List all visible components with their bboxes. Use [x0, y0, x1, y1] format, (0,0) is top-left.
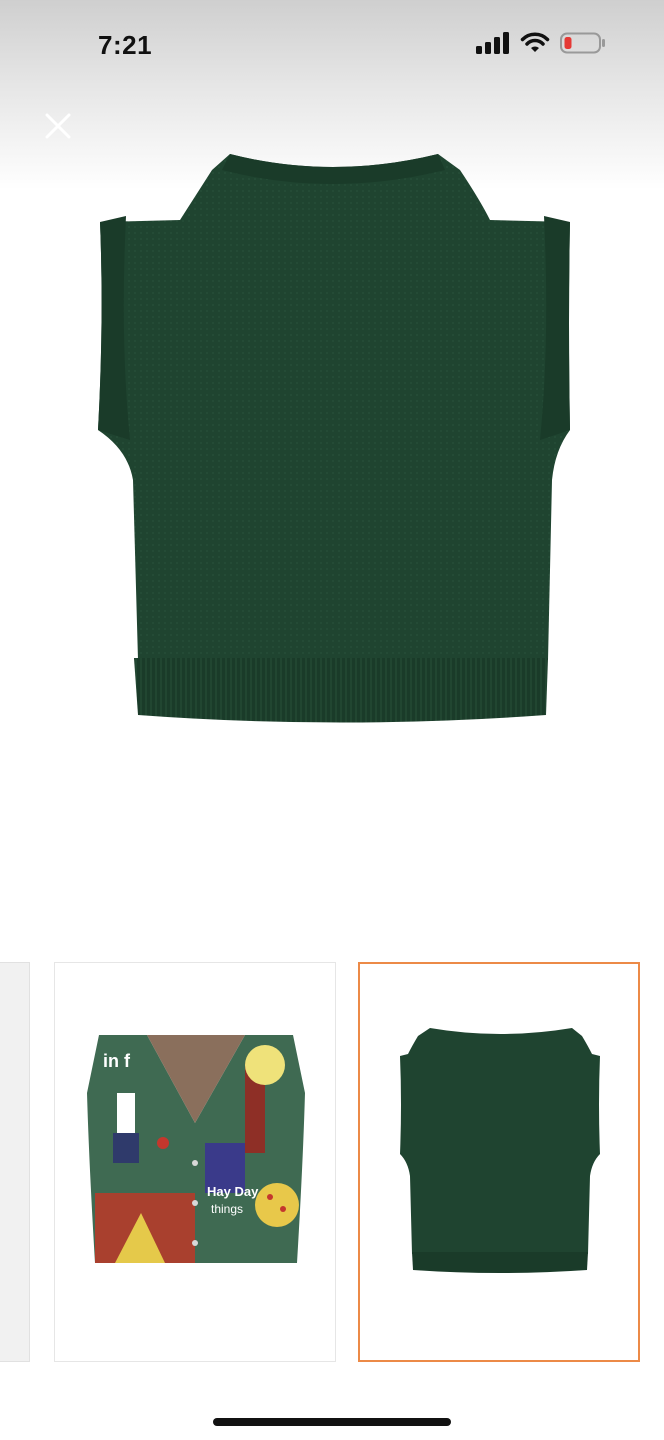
svg-text:things: things: [211, 1202, 243, 1216]
close-button[interactable]: [40, 108, 76, 144]
green-vest-thumb-image: [400, 1028, 600, 1273]
thumbnail-green-vest[interactable]: [358, 962, 640, 1362]
svg-text:Hay Day: Hay Day: [207, 1184, 259, 1199]
thumbnail-previous[interactable]: [0, 962, 30, 1362]
status-icons: [476, 32, 606, 54]
battery-icon: [560, 32, 605, 54]
patterned-vest-image: in f Hay Day things: [87, 1035, 305, 1263]
svg-text:in f: in f: [103, 1051, 131, 1071]
signal-icon: [476, 32, 509, 54]
thumbnail-patterned-vest[interactable]: in f Hay Day things: [54, 962, 336, 1362]
thumbnail-strip: in f Hay Day things: [0, 962, 664, 1366]
status-time: 7:21: [98, 30, 153, 60]
home-indicator[interactable]: [213, 1418, 451, 1426]
main-product-image[interactable]: [0, 140, 664, 760]
close-icon: [45, 113, 71, 139]
wifi-icon: [520, 32, 550, 52]
green-vest-back-image: [98, 154, 570, 723]
